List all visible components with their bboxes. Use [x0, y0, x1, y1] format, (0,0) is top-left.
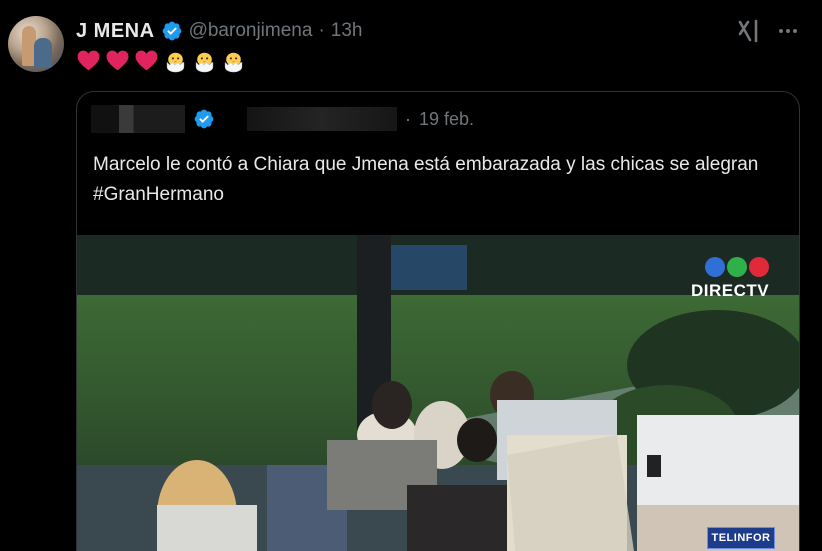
- post-time[interactable]: 13h: [331, 20, 363, 42]
- avatar[interactable]: [8, 16, 64, 72]
- post-text: [76, 48, 246, 73]
- quoted-post[interactable]: · 19 feb. Marcelo le contó a Chiara que …: [76, 91, 800, 551]
- grok-icon[interactable]: [736, 18, 762, 44]
- redacted-handle: [247, 107, 397, 131]
- red-heart-icon: [135, 50, 158, 71]
- redacted-name: [91, 105, 185, 133]
- hatching-chick-icon: [166, 52, 185, 73]
- broadcaster-logo: DIRECTV: [691, 257, 781, 307]
- sponsor-badge: TELINFOR: [707, 527, 775, 549]
- separator-dot: ·: [318, 20, 325, 41]
- more-options-icon[interactable]: [775, 18, 801, 44]
- verified-badge-icon: [162, 21, 181, 41]
- quoted-post-text: Marcelo le contó a Chiara que Jmena está…: [93, 154, 759, 205]
- quoted-post-header: · 19 feb.: [91, 104, 474, 134]
- hatching-chick-icon: [195, 52, 214, 73]
- avatar-figure: [34, 38, 52, 68]
- red-heart-icon: [77, 50, 100, 71]
- broadcaster-name: DIRECTV: [691, 281, 770, 300]
- post-header: J MENA @baronjimena · 13h: [76, 16, 362, 46]
- quoted-post-media[interactable]: DIRECTV TELINFOR: [77, 235, 799, 551]
- verified-badge-icon: [194, 109, 214, 129]
- separator-dot: ·: [405, 108, 411, 129]
- quoted-post-date[interactable]: 19 feb.: [419, 109, 474, 130]
- display-name[interactable]: J MENA: [76, 20, 155, 43]
- red-heart-icon: [106, 50, 129, 71]
- hatching-chick-icon: [224, 52, 243, 73]
- user-handle[interactable]: @baronjimena: [189, 20, 313, 42]
